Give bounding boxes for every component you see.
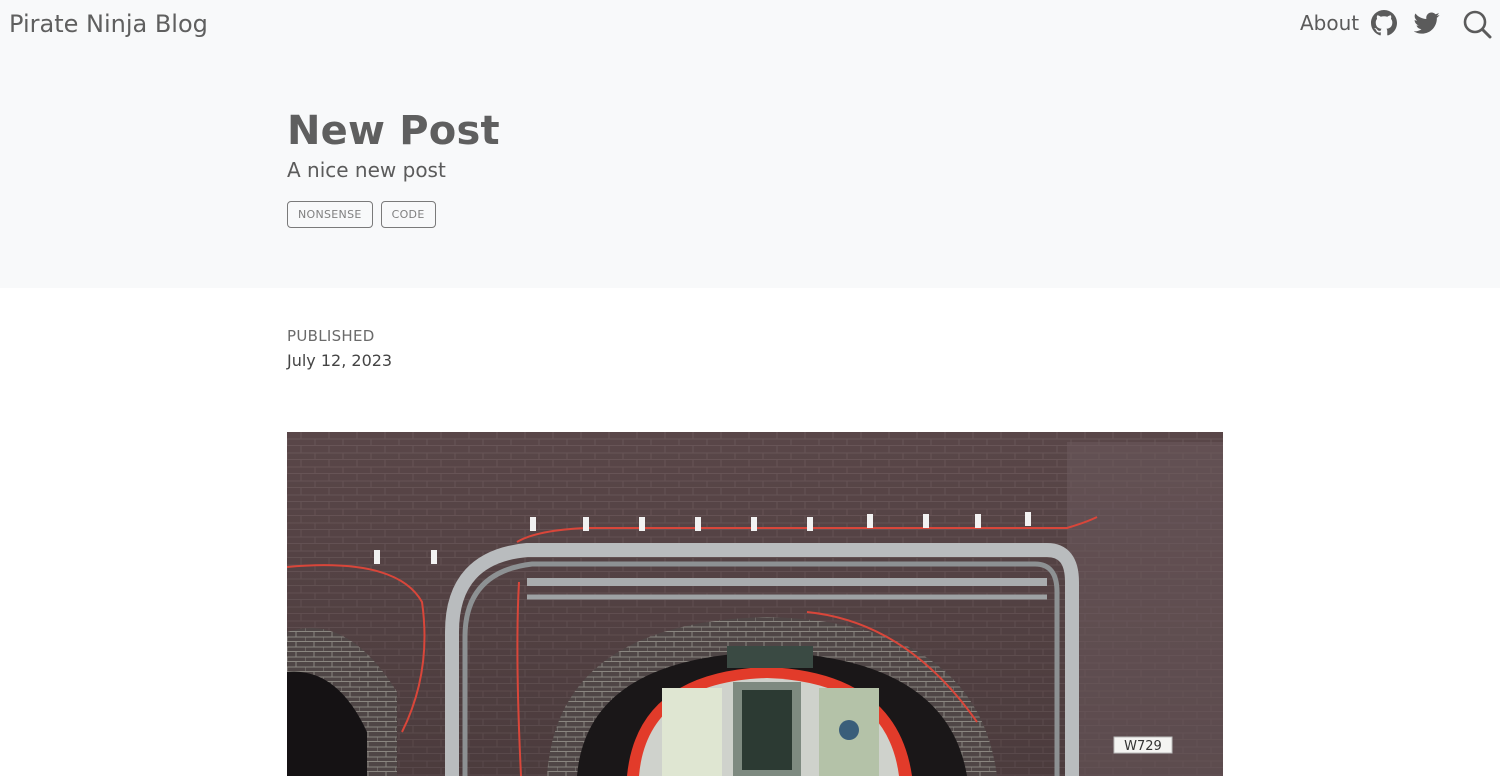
tunnel-sign-text: W729 (1124, 739, 1162, 754)
twitter-icon[interactable] (1414, 10, 1440, 36)
github-icon[interactable] (1371, 10, 1397, 36)
published-date: July 12, 2023 (287, 351, 393, 370)
post-header (0, 0, 1500, 288)
tag-nonsense[interactable]: NONSENSE (287, 201, 373, 228)
site-title-link[interactable]: Pirate Ninja Blog (9, 10, 208, 38)
post-title: New Post (287, 108, 500, 154)
published-label: PUBLISHED (287, 327, 375, 345)
nav-about-link[interactable]: About (1300, 11, 1359, 35)
train-tunnel-photo: W729 (287, 432, 1223, 776)
tag-code[interactable]: CODE (380, 201, 436, 228)
post-image: W729 (287, 432, 1223, 776)
search-icon[interactable] (1462, 9, 1492, 39)
tag-list: NONSENSE CODE (287, 201, 436, 228)
post-subtitle: A nice new post (287, 158, 446, 182)
